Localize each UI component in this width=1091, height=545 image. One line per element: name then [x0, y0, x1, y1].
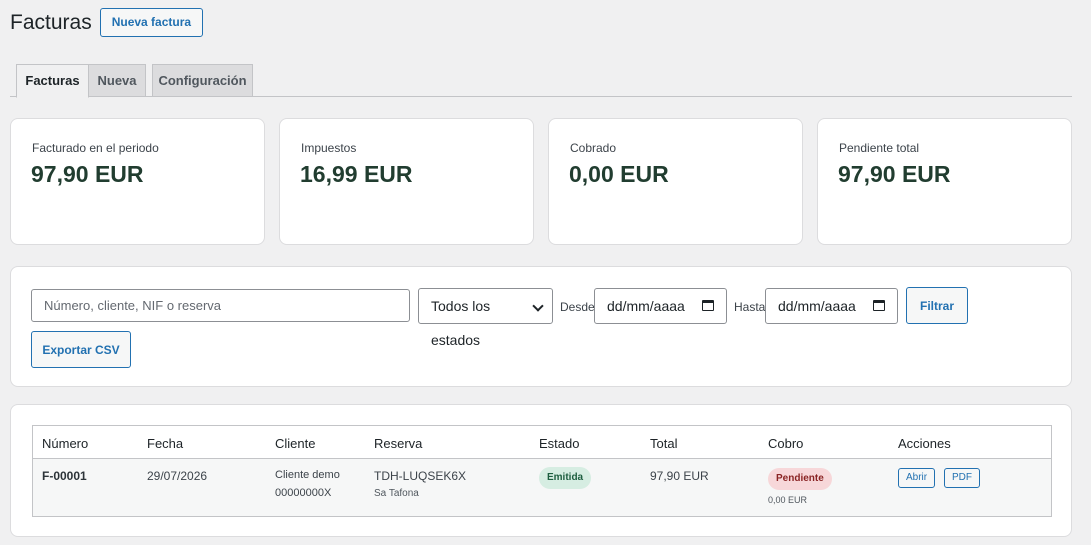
filter-button[interactable]: Filtrar: [906, 287, 968, 324]
table-header: Número Fecha Cliente Reserva Estado Tota…: [33, 426, 1051, 459]
booking-code: TDH-LUQSEK6X: [374, 469, 467, 483]
export-csv-button[interactable]: Exportar CSV: [31, 331, 131, 368]
payment-status-badge: Pendiente: [768, 468, 832, 490]
column-header: Acciones: [898, 436, 951, 451]
stat-label: Impuestos: [301, 141, 357, 155]
invoice-number: F-00001: [42, 469, 87, 483]
stat-card-taxes: Impuestos 16,99 EUR: [279, 118, 534, 245]
stat-value: 97,90 EUR: [31, 161, 144, 187]
client-name: Cliente demo: [275, 469, 340, 481]
payment-amount: 0,00 EUR: [768, 495, 808, 505]
booking-place: Sa Tafona: [374, 488, 419, 499]
chevron-down-icon: [532, 300, 544, 312]
column-header: Reserva: [374, 436, 423, 451]
page-title: Facturas: [10, 10, 92, 34]
status-badge: Emitida: [539, 467, 592, 489]
to-date-value: dd/mm/aaaa: [778, 298, 856, 314]
invoices-table: Número Fecha Cliente Reserva Estado Tota…: [32, 425, 1052, 517]
to-date-label: Hasta: [734, 300, 766, 314]
stat-value: 0,00 EUR: [569, 161, 669, 187]
invoice-total: 97,90 EUR: [650, 469, 709, 483]
tab-settings[interactable]: Configuración: [152, 64, 253, 97]
to-date-input[interactable]: dd/mm/aaaa: [765, 288, 898, 324]
stat-label: Facturado en el periodo: [32, 141, 159, 155]
column-header: Cobro: [768, 436, 804, 451]
stat-card-collected: Cobrado 0,00 EUR: [548, 118, 803, 245]
from-date-label: Desde: [560, 300, 595, 314]
calendar-icon[interactable]: [702, 300, 714, 311]
column-header: Fecha: [147, 436, 184, 451]
calendar-icon[interactable]: [873, 300, 885, 311]
tab-bar: Facturas Nueva Configuración: [10, 64, 1072, 98]
new-invoice-button[interactable]: Nueva factura: [99, 8, 204, 37]
page-header: Facturas Nueva factura: [10, 8, 204, 37]
stat-card-invoiced: Facturado en el periodo 97,90 EUR: [10, 118, 265, 245]
search-input[interactable]: [31, 289, 410, 322]
from-date-value: dd/mm/aaaa: [607, 298, 685, 314]
column-header: Total: [650, 436, 678, 451]
status-select[interactable]: Todos los estados: [418, 288, 553, 348]
column-header: Cliente: [275, 436, 316, 451]
client-nif: 00000000X: [275, 487, 332, 499]
status-select-value: Todos los estados: [431, 298, 491, 348]
from-date-input[interactable]: dd/mm/aaaa: [594, 288, 727, 324]
tab-new[interactable]: Nueva: [88, 64, 146, 97]
column-header: Número: [42, 436, 89, 451]
stat-label: Cobrado: [570, 141, 617, 155]
table-row: F-00001 29/07/2026 Cliente demo 00000000…: [33, 459, 1051, 516]
filters-panel: Todos los estados Desde dd/mm/aaaa Hasta…: [10, 266, 1072, 387]
open-invoice-button[interactable]: Abrir: [898, 468, 936, 488]
invoices-table-panel: Número Fecha Cliente Reserva Estado Tota…: [10, 404, 1072, 537]
tab-invoices[interactable]: Facturas: [16, 64, 89, 98]
stat-value: 16,99 EUR: [300, 161, 413, 187]
stat-value: 97,90 EUR: [838, 161, 951, 187]
stat-card-pending: Pendiente total 97,90 EUR: [817, 118, 1072, 245]
invoice-date: 29/07/2026: [147, 469, 208, 483]
column-header: Estado: [539, 436, 580, 451]
pdf-button[interactable]: PDF: [944, 468, 980, 488]
stat-label: Pendiente total: [839, 141, 920, 155]
